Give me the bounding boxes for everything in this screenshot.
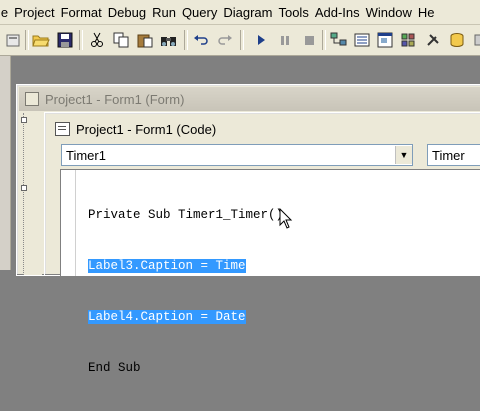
object-browser-icon[interactable] xyxy=(399,31,417,49)
form-layout-icon[interactable] xyxy=(376,31,394,49)
code-window-titlebar[interactable]: Project1 - Form1 (Code) xyxy=(47,115,480,143)
menu-tools[interactable]: Tools xyxy=(275,5,311,20)
object-dropdown-value: Timer1 xyxy=(66,147,106,163)
standard-toolbar xyxy=(0,25,480,56)
form-icon xyxy=(25,92,39,106)
paste-icon[interactable] xyxy=(136,31,154,49)
undo-icon[interactable] xyxy=(192,31,210,49)
form-canvas[interactable] xyxy=(21,113,42,275)
selected-code: Label3.Caption = Time xyxy=(88,259,246,273)
toolbox-icon[interactable] xyxy=(424,31,442,49)
save-icon[interactable] xyxy=(56,31,74,49)
toolbar-separator xyxy=(25,30,29,50)
code-window-title: Project1 - Form1 (Code) xyxy=(76,121,217,137)
code-window-icon xyxy=(55,122,70,136)
code-line[interactable]: Label3.Caption = Time xyxy=(88,258,283,275)
menu-query[interactable]: Query xyxy=(179,5,220,20)
menu-bar: le Project Format Debug Run Query Diagra… xyxy=(0,0,480,25)
menu-debug[interactable]: Debug xyxy=(105,5,149,20)
redo-icon[interactable] xyxy=(216,31,234,49)
menu-project[interactable]: Project xyxy=(11,5,57,20)
data-view-icon[interactable] xyxy=(448,31,466,49)
code-text[interactable]: Private Sub Timer1_Timer() Label3.Captio… xyxy=(88,173,283,411)
form-window-title: Project1 - Form1 (Form) xyxy=(45,91,185,107)
code-editor[interactable]: Private Sub Timer1_Timer() Label3.Captio… xyxy=(60,169,480,375)
stop-icon[interactable] xyxy=(300,31,318,49)
procedure-dropdown[interactable]: Timer xyxy=(427,144,480,166)
menu-diagram[interactable]: Diagram xyxy=(220,5,275,20)
add-project-icon[interactable] xyxy=(4,31,22,49)
toolbar-separator xyxy=(184,30,188,50)
properties-icon[interactable] xyxy=(353,31,371,49)
form-window-titlebar[interactable]: Project1 - Form1 (Form) xyxy=(19,87,480,111)
chevron-down-icon[interactable]: ▼ xyxy=(395,146,412,164)
menu-add-ins[interactable]: Add-Ins xyxy=(312,5,363,20)
mouse-cursor-icon xyxy=(279,207,293,233)
code-line[interactable]: Label4.Caption = Date xyxy=(88,309,283,326)
code-line[interactable]: Private Sub Timer1_Timer() xyxy=(88,207,283,224)
project-explorer-icon[interactable] xyxy=(330,31,348,49)
resize-handle-icon[interactable] xyxy=(21,185,27,191)
break-icon[interactable] xyxy=(276,31,294,49)
copy-icon[interactable] xyxy=(112,31,130,49)
toolbar-separator xyxy=(79,30,83,50)
object-dropdown[interactable]: Timer1 ▼ xyxy=(61,144,413,166)
toolbar-overflow-icon[interactable] xyxy=(470,31,480,49)
toolbar-separator xyxy=(240,30,244,50)
menu-help[interactable]: He xyxy=(415,5,438,20)
selected-code: Label4.Caption = Date xyxy=(88,310,246,324)
procedure-dropdown-value: Timer xyxy=(432,147,465,163)
menu-format[interactable]: Format xyxy=(58,5,105,20)
resize-handle-icon[interactable] xyxy=(21,117,27,123)
left-docked-pane xyxy=(0,56,11,270)
cut-icon[interactable] xyxy=(88,31,106,49)
open-folder-icon[interactable] xyxy=(32,31,50,49)
run-icon[interactable] xyxy=(252,31,270,49)
code-window[interactable]: Project1 - Form1 (Code) Timer1 ▼ Timer P… xyxy=(44,112,480,375)
code-line[interactable]: End Sub xyxy=(88,360,283,377)
find-icon[interactable] xyxy=(160,31,178,49)
margin-indicator-bar[interactable] xyxy=(61,170,76,276)
menu-window[interactable]: Window xyxy=(363,5,415,20)
menu-file[interactable]: le xyxy=(0,5,11,20)
menu-run[interactable]: Run xyxy=(149,5,179,20)
toolbar-separator xyxy=(322,30,326,50)
